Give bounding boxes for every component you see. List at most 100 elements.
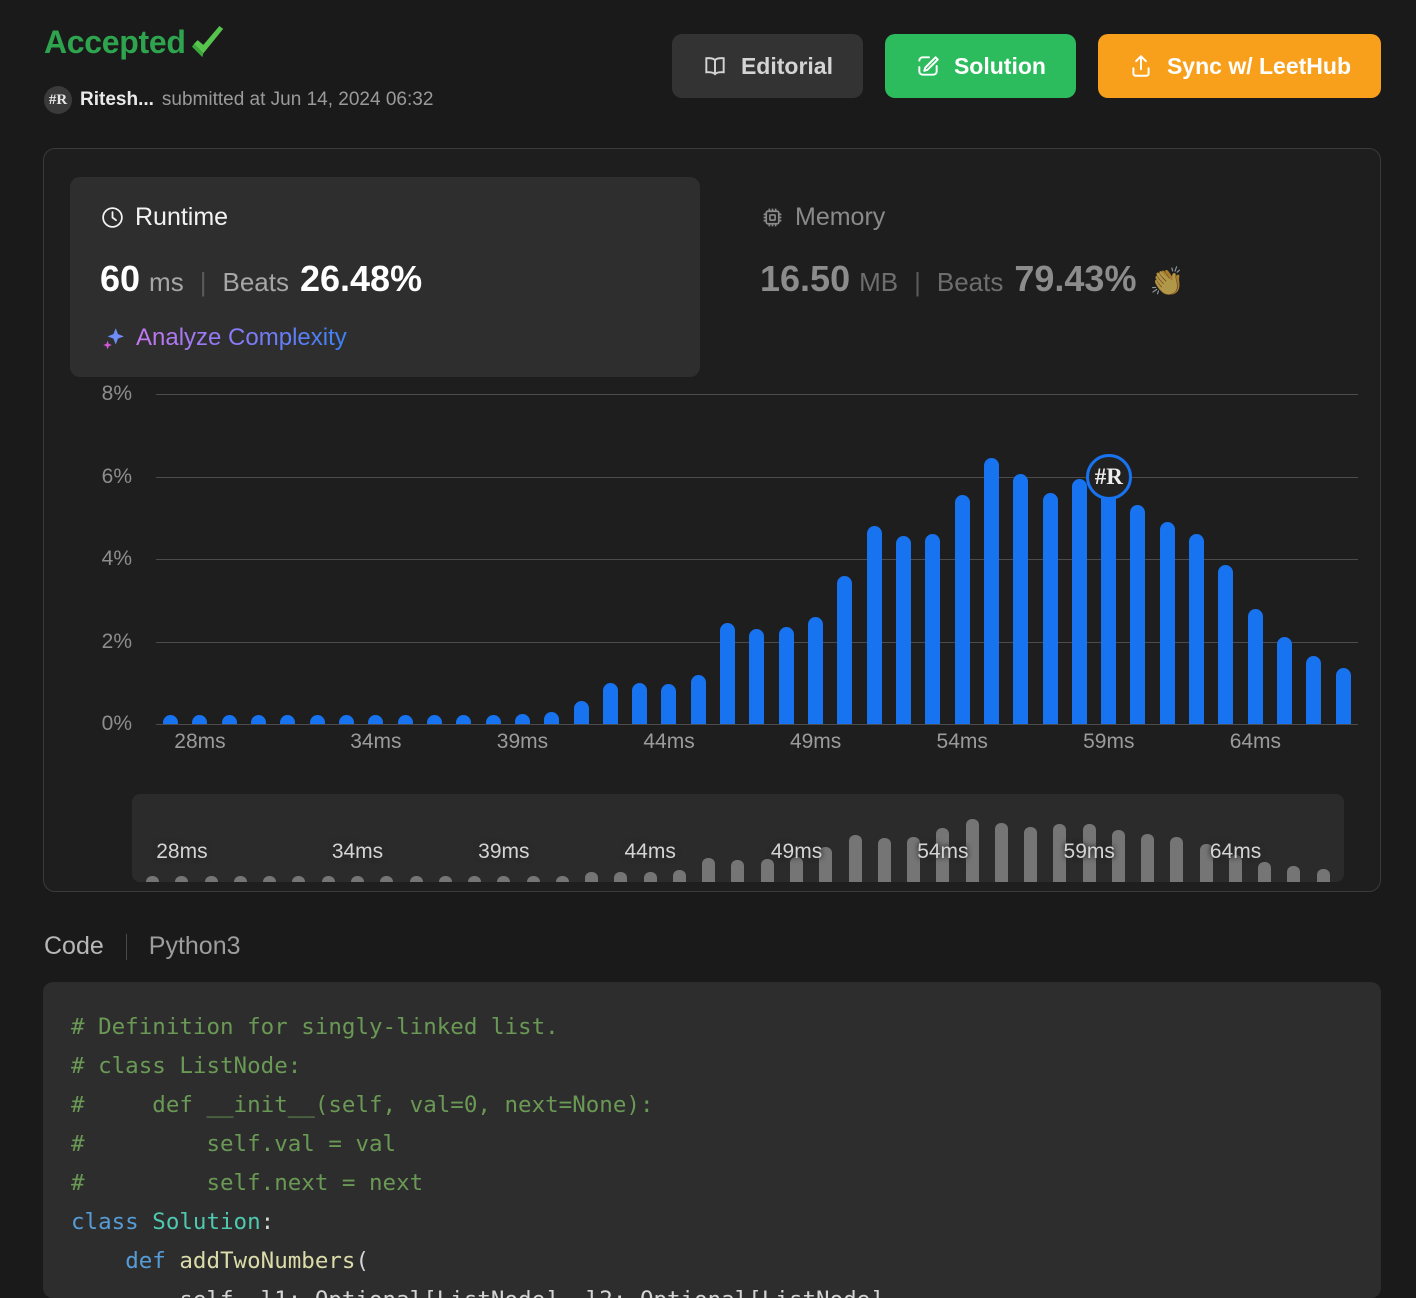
bar-slot[interactable] [1065, 394, 1094, 724]
bar-slot[interactable] [801, 394, 830, 724]
bar-slot[interactable] [449, 394, 478, 724]
bar-slot[interactable] [478, 394, 507, 724]
bar-slot[interactable] [303, 394, 332, 724]
chart-range-minimap[interactable]: 28ms34ms39ms44ms49ms54ms59ms64ms [132, 794, 1344, 882]
bar-slot[interactable] [332, 394, 361, 724]
chart-bar[interactable] [808, 617, 823, 724]
chart-bar[interactable] [720, 623, 735, 724]
chart-bar[interactable] [574, 701, 589, 724]
minimap-bar [205, 876, 218, 882]
bar-slot[interactable] [625, 394, 654, 724]
solution-button[interactable]: Solution [885, 34, 1076, 98]
submitter-name[interactable]: Ritesh... [80, 89, 154, 111]
runtime-stat-card[interactable]: Runtime 60 ms | Beats 26.48% Analyze Com… [70, 177, 700, 377]
chart-bar[interactable] [1013, 474, 1028, 724]
chart-bar[interactable] [867, 526, 882, 724]
chart-bar[interactable] [1101, 479, 1116, 724]
chart-bar[interactable] [603, 683, 618, 724]
bar-slot[interactable] [860, 394, 889, 724]
chart-bar[interactable] [192, 715, 207, 724]
chart-bar[interactable] [310, 715, 325, 724]
chart-bar[interactable] [896, 536, 911, 724]
bar-slot[interactable] [537, 394, 566, 724]
y-tick-label: 4% [102, 547, 132, 571]
chart-bar[interactable] [661, 684, 676, 724]
chart-bar[interactable] [251, 715, 266, 724]
editorial-button[interactable]: Editorial [672, 34, 863, 98]
bar-slot[interactable] [1035, 394, 1064, 724]
avatar[interactable]: #R [44, 86, 72, 114]
chart-bar[interactable] [427, 715, 442, 724]
bar-slot[interactable] [185, 394, 214, 724]
bar-slot[interactable] [1299, 394, 1328, 724]
bar-slot[interactable] [684, 394, 713, 724]
chart-bar[interactable] [456, 715, 471, 724]
bar-slot[interactable] [244, 394, 273, 724]
bar-slot[interactable] [420, 394, 449, 724]
chart-bar[interactable] [222, 715, 237, 724]
sync-leethub-button[interactable]: Sync w/ LeetHub [1098, 34, 1381, 98]
chart-bar[interactable] [1306, 656, 1321, 724]
bar-slot[interactable] [947, 394, 976, 724]
chart-bar[interactable] [632, 683, 647, 724]
chart-bar[interactable] [339, 715, 354, 724]
bar-slot[interactable] [1270, 394, 1299, 724]
chart-bar[interactable] [837, 576, 852, 725]
bar-slot[interactable] [977, 394, 1006, 724]
chart-bar[interactable] [1277, 637, 1292, 724]
chart-bar[interactable] [368, 715, 383, 724]
bar-slot[interactable] [361, 394, 390, 724]
bar-slot[interactable] [713, 394, 742, 724]
bar-slot[interactable] [830, 394, 859, 724]
chart-bar[interactable] [1160, 522, 1175, 724]
chart-bar[interactable] [1130, 505, 1145, 724]
bar-slot[interactable] [889, 394, 918, 724]
chart-bar[interactable] [544, 712, 559, 724]
minimap-bar-slot [1016, 794, 1045, 882]
chart-bar[interactable] [486, 715, 501, 724]
chart-bar[interactable] [955, 495, 970, 724]
chart-bar[interactable] [163, 715, 178, 724]
bar-slot[interactable] [742, 394, 771, 724]
code-viewer[interactable]: # Definition for singly-linked list.# cl… [43, 982, 1381, 1298]
bar-slot[interactable] [1241, 394, 1270, 724]
chart-bar[interactable] [925, 534, 940, 724]
chart-bar[interactable] [1336, 668, 1351, 724]
chart-bar[interactable] [1189, 534, 1204, 724]
bar-slot[interactable] [1006, 394, 1035, 724]
bar-slot[interactable] [566, 394, 595, 724]
chart-bar[interactable] [984, 458, 999, 724]
chart-bar[interactable] [1043, 493, 1058, 724]
bar-slot[interactable] [1153, 394, 1182, 724]
bar-slot[interactable] [654, 394, 683, 724]
bar-slot[interactable] [596, 394, 625, 724]
bar-slot[interactable] [772, 394, 801, 724]
chip-icon [760, 205, 785, 230]
bar-slot[interactable] [1094, 394, 1123, 724]
memory-stat-card[interactable]: Memory 16.50 MB | Beats 79.43% 👏 [730, 177, 1350, 377]
bar-slot[interactable] [1123, 394, 1152, 724]
bar-slot[interactable] [1182, 394, 1211, 724]
minimap-bar-slot [782, 794, 811, 882]
chart-bar[interactable] [1072, 479, 1087, 724]
chart-bar[interactable] [691, 675, 706, 725]
bar-slot[interactable] [391, 394, 420, 724]
chart-bar[interactable] [1248, 609, 1263, 725]
chart-bar[interactable] [1218, 565, 1233, 724]
chart-bar[interactable] [280, 715, 295, 724]
chart-bar[interactable] [398, 715, 413, 724]
tab-language[interactable]: Python3 [127, 932, 241, 961]
user-position-marker[interactable]: #R [1086, 454, 1132, 500]
bar-slot[interactable] [1329, 394, 1358, 724]
chart-bar[interactable] [515, 714, 530, 724]
analyze-complexity-link[interactable]: Analyze Complexity [100, 324, 347, 352]
tab-code[interactable]: Code [44, 932, 126, 961]
bar-slot[interactable] [918, 394, 947, 724]
bar-slot[interactable] [1211, 394, 1240, 724]
chart-bar[interactable] [779, 627, 794, 724]
bar-slot[interactable] [508, 394, 537, 724]
bar-slot[interactable] [215, 394, 244, 724]
chart-bar[interactable] [749, 629, 764, 724]
bar-slot[interactable] [156, 394, 185, 724]
bar-slot[interactable] [273, 394, 302, 724]
